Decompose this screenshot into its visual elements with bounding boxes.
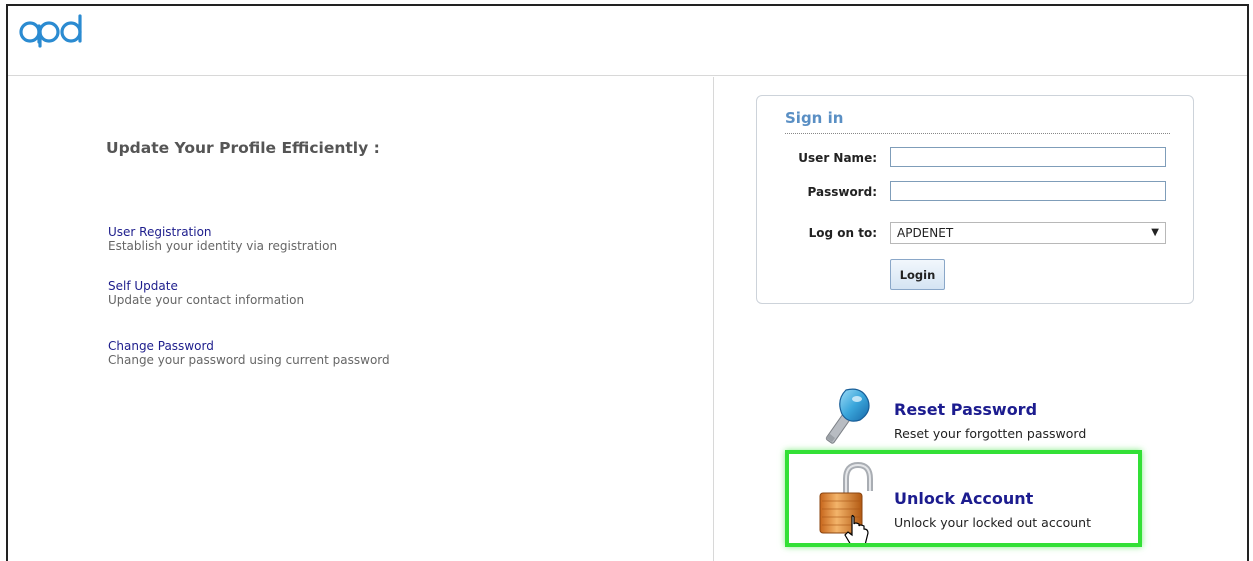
- user-registration-block: User Registration Establish your identit…: [108, 225, 337, 253]
- header: [8, 6, 1247, 76]
- logon-domain-value: APDENET: [897, 226, 954, 240]
- login-button[interactable]: Login: [890, 259, 945, 290]
- username-input[interactable]: [890, 147, 1166, 167]
- self-update-desc: Update your contact information: [108, 293, 305, 307]
- self-update-block: Self Update Update your contact informat…: [108, 279, 304, 307]
- change-password-desc: Change your password using current passw…: [108, 353, 390, 367]
- password-label: Password:: [807, 185, 878, 199]
- dropdown-arrow-icon: ▼: [1151, 227, 1159, 238]
- username-label: User Name:: [798, 151, 877, 165]
- user-registration-desc: Establish your identity via registration: [108, 239, 338, 253]
- key-icon: [825, 388, 870, 444]
- password-input[interactable]: [890, 181, 1166, 201]
- self-update-link[interactable]: Self Update: [108, 279, 304, 293]
- change-password-block: Change Password Change your password usi…: [108, 339, 390, 367]
- change-password-link[interactable]: Change Password: [108, 339, 390, 353]
- reset-password-title[interactable]: Reset Password: [894, 400, 1037, 419]
- signin-panel: Sign in User Name: Password: Log on to: …: [756, 95, 1194, 304]
- unlock-account-highlight: [785, 450, 1142, 547]
- apd-logo: [19, 14, 82, 48]
- user-registration-link[interactable]: User Registration: [108, 225, 337, 239]
- signin-title: Sign in: [785, 109, 844, 127]
- logon-label: Log on to:: [808, 226, 877, 240]
- left-column: Update Your Profile Efficiently : User R…: [8, 77, 713, 561]
- reset-password-desc: Reset your forgotten password: [894, 426, 1087, 441]
- column-divider: [713, 77, 714, 561]
- logon-domain-select[interactable]: APDENET ▼: [890, 222, 1166, 244]
- signin-divider: [785, 133, 1170, 134]
- tagline: Update Your Profile Efficiently :: [106, 139, 380, 157]
- reset-password-action[interactable]: Reset Password Reset your forgotten pass…: [816, 386, 1156, 456]
